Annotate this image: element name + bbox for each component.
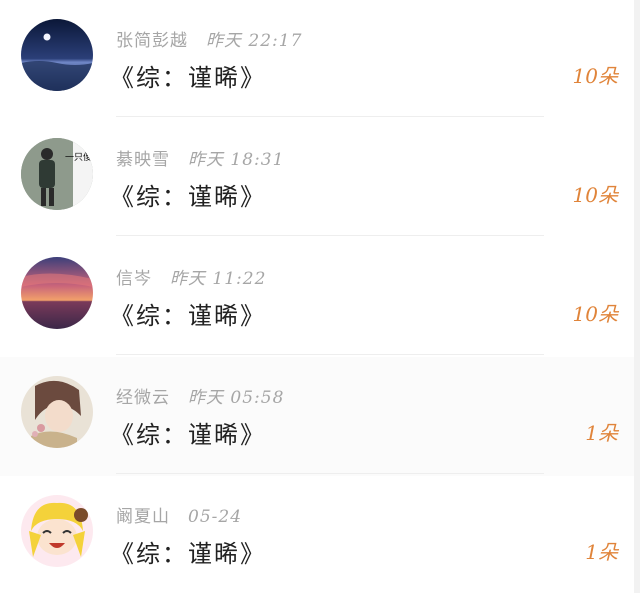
message-meta: 信岑 昨天 11:22 [116,264,266,289]
sunset-avatar[interactable] [21,257,93,329]
timestamp: 05-24 [188,507,243,527]
divider [116,235,544,236]
gift-count: 10朵 [572,183,618,207]
divider [116,354,544,355]
list-item[interactable]: 经微云 昨天 05:58 《综：谨晞》 1朵 [0,357,640,476]
sender-name[interactable]: 阚夏山 [116,507,170,527]
chibi-girl-avatar[interactable] [21,495,93,567]
message-text: 《综：谨晞》 [110,302,266,330]
message-text: 《综：谨晞》 [110,421,266,449]
person-photo-avatar[interactable]: 一只傻屌 [21,138,93,210]
gift-count: 10朵 [572,64,618,88]
gift-count: 1朵 [585,421,618,445]
gift-count: 1朵 [585,540,618,564]
list-item[interactable]: 信岑 昨天 11:22 《综：谨晞》 10朵 [0,238,640,357]
message-meta: 张简彭越 昨天 22:17 [116,26,302,51]
message-text: 《综：谨晞》 [110,540,266,568]
timestamp: 昨天 11:22 [170,269,267,289]
message-meta: 经微云 昨天 05:58 [116,383,284,408]
anime-boy-avatar[interactable] [21,376,93,448]
timestamp: 昨天 18:31 [188,150,285,170]
timestamp: 昨天 22:17 [206,31,303,51]
sender-name[interactable]: 信岑 [116,269,152,289]
message-text: 《综：谨晞》 [110,64,266,92]
sender-name[interactable]: 张简彭越 [116,31,188,51]
list-item[interactable]: 一只傻屌 綦映雪昨天 18:31 《综：谨晞》 10朵 [0,119,640,238]
night-sea-avatar[interactable] [21,19,93,91]
message-meta: 阚夏山 05-24 [116,502,242,527]
timestamp: 昨天 05:58 [188,388,285,408]
list-item[interactable]: 阚夏山 05-24 《综：谨晞》 1朵 [0,476,640,595]
divider [116,116,544,117]
scrollbar[interactable] [634,0,640,593]
list-item[interactable]: 张简彭越 昨天 22:17 《综：谨晞》 10朵 [0,0,640,119]
divider [116,473,544,474]
gift-count: 10朵 [572,302,618,326]
message-list: 张简彭越昨天 22:17 《综：谨晞》 10朵 一只傻屌 綦映雪昨天 18:31… [0,0,640,595]
message-meta: 綦映雪 昨天 18:31 [116,145,284,170]
message-text: 《综：谨晞》 [110,183,266,211]
sender-name[interactable]: 经微云 [116,388,170,408]
avatar-caption: 一只傻屌 [65,152,93,163]
sender-name[interactable]: 綦映雪 [116,150,170,170]
